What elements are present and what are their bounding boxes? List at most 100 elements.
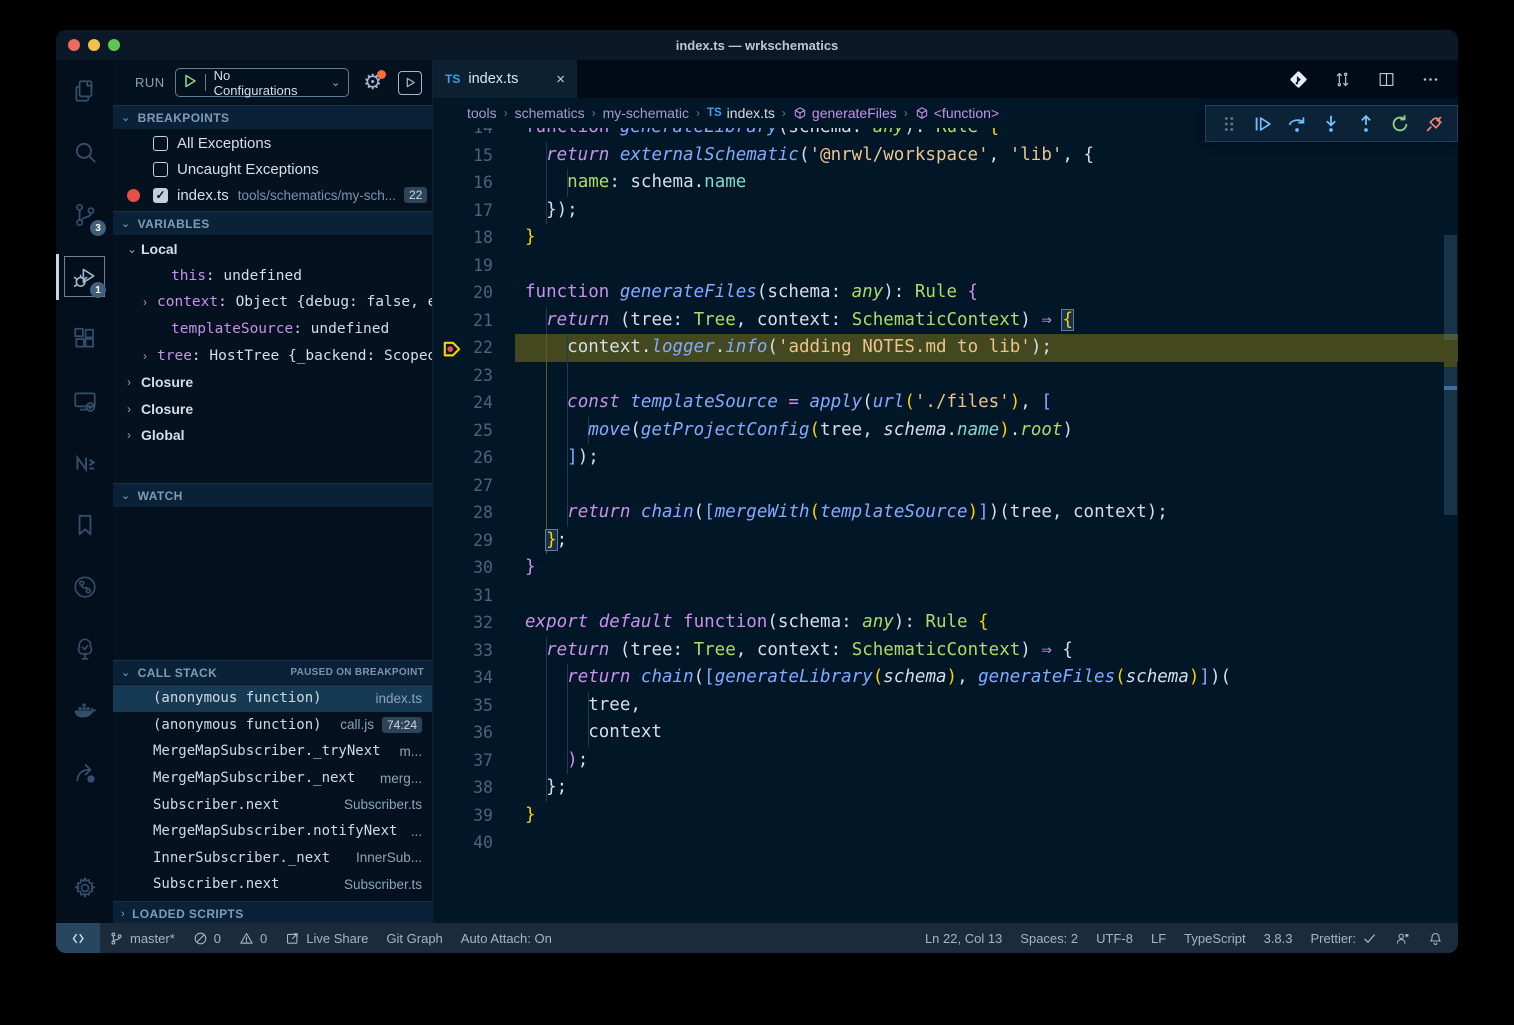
call-stack-frame[interactable]: MergeMapSubscriber._tryNext m... xyxy=(113,738,432,765)
gitlens-button[interactable] xyxy=(1289,70,1308,89)
code-line-34[interactable]: 34 return chain([generateLibrary(schema)… xyxy=(433,664,1458,692)
section-header-loaded-scripts[interactable]: › LOADED SCRIPTS xyxy=(113,901,432,925)
continue-button[interactable] xyxy=(1252,113,1274,135)
line-number[interactable]: 16 xyxy=(433,169,493,197)
section-header-breakpoints[interactable]: ⌄ BREAKPOINTS xyxy=(113,105,432,129)
tab-index-ts[interactable]: TS index.ts × xyxy=(433,60,577,98)
line-number[interactable]: 20 xyxy=(433,279,493,307)
activity-item-extensions[interactable] xyxy=(56,308,113,370)
variable-row[interactable]: ›Closure xyxy=(113,396,432,423)
statusbar-git-graph[interactable]: Git Graph xyxy=(377,923,451,953)
activity-item-todo-tree[interactable] xyxy=(56,618,113,680)
call-stack-frame[interactable]: (anonymous function) call.js 74:24 xyxy=(113,712,432,739)
disconnect-button[interactable] xyxy=(1423,113,1445,135)
minimize-window-button[interactable] xyxy=(88,39,100,51)
line-number[interactable]: 27 xyxy=(433,472,493,500)
breadcrumb-item[interactable]: my-schematic xyxy=(603,105,689,121)
code-line-17[interactable]: 17 }); xyxy=(433,197,1458,225)
line-number[interactable]: 18 xyxy=(433,224,493,252)
code-line-23[interactable]: 23 xyxy=(433,362,1458,390)
statusbar-encoding[interactable]: UTF-8 xyxy=(1087,923,1142,953)
call-stack-frame[interactable]: InnerSubscriber._next InnerSub... xyxy=(113,845,432,872)
line-number[interactable]: 28 xyxy=(433,499,493,527)
code-line-37[interactable]: 37 ); xyxy=(433,747,1458,775)
statusbar-git-branch[interactable]: master* xyxy=(100,923,184,953)
line-number[interactable]: 39 xyxy=(433,802,493,830)
close-window-button[interactable] xyxy=(68,39,80,51)
launch-config-dropdown[interactable]: No Configurations ⌄ xyxy=(175,68,350,97)
line-number[interactable]: 35 xyxy=(433,692,493,720)
restart-button[interactable] xyxy=(1389,113,1411,135)
split-editor-button[interactable] xyxy=(1377,70,1396,89)
debug-console-button[interactable] xyxy=(398,71,422,95)
code-line-35[interactable]: 35 tree, xyxy=(433,692,1458,720)
call-stack-frame[interactable]: MergeMapSubscriber.notifyNext ... xyxy=(113,818,432,845)
line-number[interactable]: 32 xyxy=(433,609,493,637)
line-number[interactable]: 30 xyxy=(433,554,493,582)
call-stack-frame[interactable]: Subscriber.next Subscriber.ts xyxy=(113,871,432,898)
breadcrumb-item[interactable]: generateFiles xyxy=(793,105,897,121)
scrollbar-thumb[interactable] xyxy=(1444,235,1457,515)
code-line-36[interactable]: 36 context xyxy=(433,719,1458,747)
code-line-30[interactable]: 30} xyxy=(433,554,1458,582)
statusbar-ts-version[interactable]: 3.8.3 xyxy=(1255,923,1302,953)
statusbar-notifications[interactable] xyxy=(1419,923,1452,953)
variable-row[interactable]: ›Closure xyxy=(113,369,432,396)
activity-item-search[interactable] xyxy=(56,122,113,184)
breakpoint-checkbox[interactable] xyxy=(153,162,168,177)
code-line-38[interactable]: 38 }; xyxy=(433,774,1458,802)
activity-item-source-control[interactable]: 3 xyxy=(56,184,113,246)
call-stack-frame[interactable]: MergeMapSubscriber._next merg... xyxy=(113,765,432,792)
statusbar-live-share[interactable]: Live Share xyxy=(276,923,377,953)
line-number[interactable]: 37 xyxy=(433,747,493,775)
code-line-33[interactable]: 33 return (tree: Tree, context: Schemati… xyxy=(433,637,1458,665)
activity-item-manage[interactable] xyxy=(56,857,113,919)
activity-item-bookmarks[interactable] xyxy=(56,494,113,556)
activity-item-explorer[interactable] xyxy=(56,60,113,122)
code-line-24[interactable]: 24 const templateSource = apply(url('./f… xyxy=(433,389,1458,417)
breakpoint-row[interactable]: All Exceptions xyxy=(113,130,432,156)
call-stack-frame[interactable]: Subscriber.next Subscriber.ts xyxy=(113,791,432,818)
section-header-variables[interactable]: ⌄ VARIABLES xyxy=(113,211,432,235)
line-number[interactable]: 19 xyxy=(433,252,493,280)
code-line-28[interactable]: 28 return chain([mergeWith(templateSourc… xyxy=(433,499,1458,527)
code-editor[interactable]: 14function generateLibrary(schema: any):… xyxy=(433,60,1458,923)
variable-row[interactable]: this: undefined xyxy=(113,263,432,290)
breadcrumb-item[interactable]: tools xyxy=(467,105,497,121)
code-line-39[interactable]: 39} xyxy=(433,802,1458,830)
statusbar-warnings[interactable]: 0 xyxy=(230,923,276,953)
statusbar-language-mode[interactable]: TypeScript xyxy=(1175,923,1254,953)
configure-gear-button[interactable]: ⚙ xyxy=(363,72,382,93)
code-line-31[interactable]: 31 xyxy=(433,582,1458,610)
open-changes-button[interactable] xyxy=(1333,70,1352,89)
activity-item-live-share-view[interactable] xyxy=(56,742,113,804)
line-number[interactable]: 22 xyxy=(433,334,493,362)
line-number[interactable]: 15 xyxy=(433,142,493,170)
statusbar-indentation[interactable]: Spaces: 2 xyxy=(1011,923,1087,953)
code-line-40[interactable]: 40 xyxy=(433,829,1458,857)
code-line-27[interactable]: 27 xyxy=(433,472,1458,500)
variable-row[interactable]: ›tree: HostTree {_backend: ScopedH… xyxy=(113,342,432,369)
code-line-29[interactable]: 29 }; xyxy=(433,527,1458,555)
drag-grip[interactable] xyxy=(1218,113,1240,135)
line-number[interactable]: 24 xyxy=(433,389,493,417)
code-line-26[interactable]: 26 ]); xyxy=(433,444,1458,472)
variable-row[interactable]: ⌄Local xyxy=(113,236,432,263)
activity-item-docker[interactable] xyxy=(56,680,113,742)
statusbar-cursor-position[interactable]: Ln 22, Col 13 xyxy=(916,923,1011,953)
step-over-button[interactable] xyxy=(1286,113,1308,135)
line-number[interactable]: 38 xyxy=(433,774,493,802)
variable-row[interactable]: ›Global xyxy=(113,422,432,449)
statusbar-feedback[interactable] xyxy=(1386,923,1419,953)
code-line-20[interactable]: 20function generateFiles(schema: any): R… xyxy=(433,279,1458,307)
code-line-18[interactable]: 18} xyxy=(433,224,1458,252)
section-header-call-stack[interactable]: ⌄ CALL STACK PAUSED ON BREAKPOINT xyxy=(113,660,432,684)
code-line-19[interactable]: 19 xyxy=(433,252,1458,280)
line-number[interactable]: 33 xyxy=(433,637,493,665)
variable-row[interactable]: templateSource: undefined xyxy=(113,316,432,343)
line-number[interactable]: 21 xyxy=(433,307,493,335)
activity-item-run-debug[interactable]: 1 xyxy=(56,246,113,308)
activity-item-git-graph-view[interactable] xyxy=(56,556,113,618)
line-number[interactable]: 36 xyxy=(433,719,493,747)
activity-item-nx-console[interactable] xyxy=(56,432,113,494)
